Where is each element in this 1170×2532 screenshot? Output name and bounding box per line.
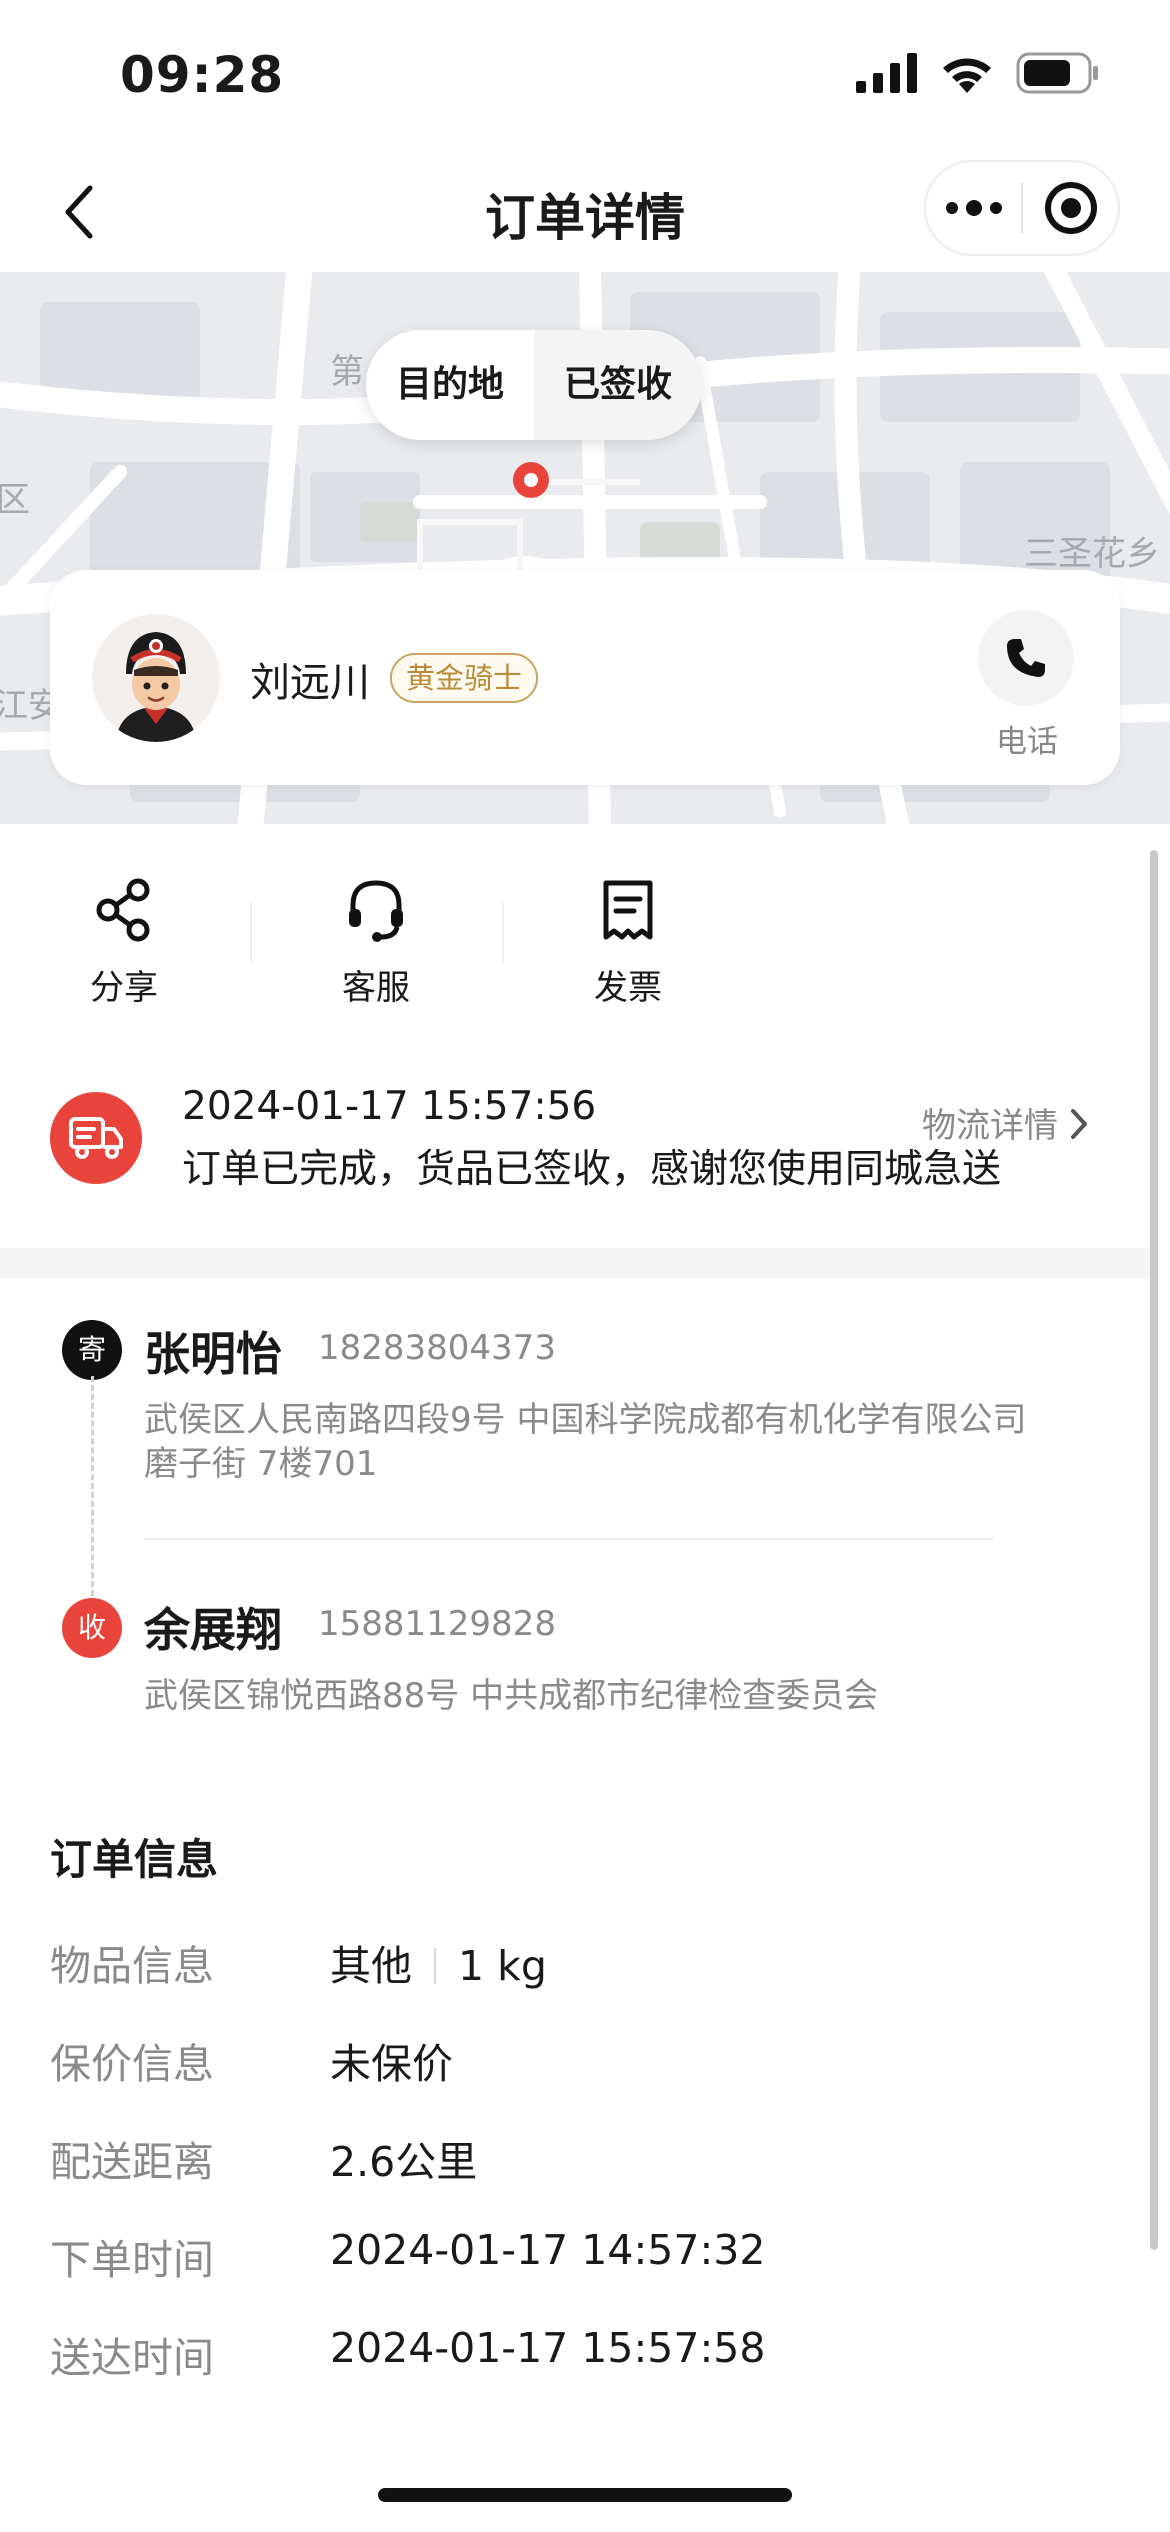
home-indicator[interactable] xyxy=(378,2488,792,2502)
order-status-row[interactable]: 2024-01-17 15:57:56 订单已完成，货品已签收，感谢您使用同城急… xyxy=(0,1080,1170,1230)
rider-level-badge: 黄金骑士 xyxy=(390,653,539,703)
chevron-right-icon xyxy=(1071,1109,1087,1139)
status-time: 09:28 xyxy=(120,46,285,104)
delivery-truck-icon xyxy=(69,1117,123,1159)
map-label-left-edge: 区 xyxy=(0,480,30,520)
sender-address-line1: 武侯区人民南路四段9号 中国科学院成都有机化学有限公司 xyxy=(144,1400,1027,1440)
info-label: 保价信息 xyxy=(50,2040,214,2088)
info-row-order-time: 下单时间 2024-01-17 14:57:32 xyxy=(50,2226,1120,2286)
destination-label: 目的地 xyxy=(366,330,535,440)
map-label-top-left: 第 xyxy=(330,352,364,392)
info-value: 2024-01-17 14:57:32 xyxy=(330,2226,766,2274)
signal-icon xyxy=(856,53,917,93)
more-dots-icon xyxy=(945,200,1002,216)
map-label-right: 三圣花乡 xyxy=(1024,534,1160,574)
headset-icon xyxy=(349,880,403,942)
info-row-delivered-time: 送达时间 2024-01-17 15:57:58 xyxy=(50,2324,1120,2384)
address-divider xyxy=(144,1538,994,1540)
rider-name: 刘远川 xyxy=(250,660,370,706)
destination-pin-icon xyxy=(513,462,549,498)
destination-status-pill: 目的地 已签收 xyxy=(366,330,703,440)
customer-service-button[interactable]: 客服 xyxy=(276,870,476,1009)
info-value: 2024-01-17 15:57:58 xyxy=(330,2324,766,2372)
info-value: 其他 1 kg xyxy=(330,1932,547,1992)
section-divider xyxy=(0,1248,1150,1278)
receiver-phone: 15881129828 xyxy=(318,1604,556,1644)
receiver-name: 余展翔 xyxy=(144,1603,282,1657)
logistics-detail-link[interactable]: 物流详情 xyxy=(922,1098,1058,1147)
close-miniprogram-button[interactable] xyxy=(1023,160,1118,256)
share-icon xyxy=(96,878,150,942)
info-label: 配送距离 xyxy=(50,2138,214,2186)
info-label: 下单时间 xyxy=(50,2236,214,2284)
phone-icon xyxy=(1007,639,1045,677)
info-value: 2.6公里 xyxy=(330,2138,478,2186)
invoice-button[interactable]: 发票 xyxy=(528,870,728,1009)
wifi-icon xyxy=(943,58,991,93)
status-bar: 09:28 xyxy=(0,0,1170,150)
sender-name: 张明怡 xyxy=(144,1327,282,1381)
invoice-label: 发票 xyxy=(594,968,662,1008)
invoice-icon xyxy=(603,880,653,940)
rider-card: 刘远川 黄金骑士 电话 xyxy=(50,570,1120,785)
customer-service-label: 客服 xyxy=(342,968,410,1008)
status-description: 订单已完成，货品已签收，感谢您使用同城急送 xyxy=(182,1147,1002,1192)
info-row-item: 物品信息 其他 1 kg xyxy=(50,1932,1120,1992)
share-label: 分享 xyxy=(90,968,158,1008)
action-divider xyxy=(250,902,252,964)
sender-tag: 寄 xyxy=(62,1320,122,1380)
scrollbar[interactable] xyxy=(1150,850,1158,2250)
battery-icon xyxy=(1016,52,1098,94)
info-row-distance: 配送距离 2.6公里 xyxy=(50,2128,1120,2188)
call-rider-button[interactable] xyxy=(978,610,1074,706)
sender-address-line2: 磨子街 7楼701 xyxy=(144,1444,378,1484)
rider-avatar-icon xyxy=(92,614,220,742)
signed-status-label: 已签收 xyxy=(534,330,703,440)
receiver-tag: 收 xyxy=(62,1598,122,1658)
info-label: 物品信息 xyxy=(50,1942,214,1990)
status-timestamp: 2024-01-17 15:57:56 xyxy=(182,1084,597,1129)
info-label: 送达时间 xyxy=(50,2334,214,2382)
info-row-insurance: 保价信息 未保价 xyxy=(50,2030,1120,2090)
route-connector xyxy=(91,1376,94,1596)
sender-phone: 18283804373 xyxy=(318,1328,556,1368)
status-icons xyxy=(856,52,1100,94)
item-weight: 1 kg xyxy=(458,1942,547,1990)
info-value: 未保价 xyxy=(330,2040,453,2088)
order-info-title: 订单信息 xyxy=(50,1835,219,1884)
nav-bar: 订单详情 xyxy=(0,150,1170,270)
miniprogram-capsule xyxy=(924,160,1120,256)
rider-avatar xyxy=(92,614,220,742)
more-button[interactable] xyxy=(926,160,1021,256)
receiver-address-line1: 武侯区锦悦西路88号 中共成都市纪律检查委员会 xyxy=(144,1676,879,1716)
call-rider-label: 电话 xyxy=(996,724,1058,760)
share-button[interactable]: 分享 xyxy=(24,870,224,1009)
target-circle-icon xyxy=(1044,182,1097,234)
action-bar: 分享 客服 发票 xyxy=(0,870,1170,1010)
value-divider xyxy=(434,1948,436,1984)
status-badge xyxy=(50,1092,142,1184)
item-type: 其他 xyxy=(330,1942,412,1990)
action-divider xyxy=(502,902,504,964)
